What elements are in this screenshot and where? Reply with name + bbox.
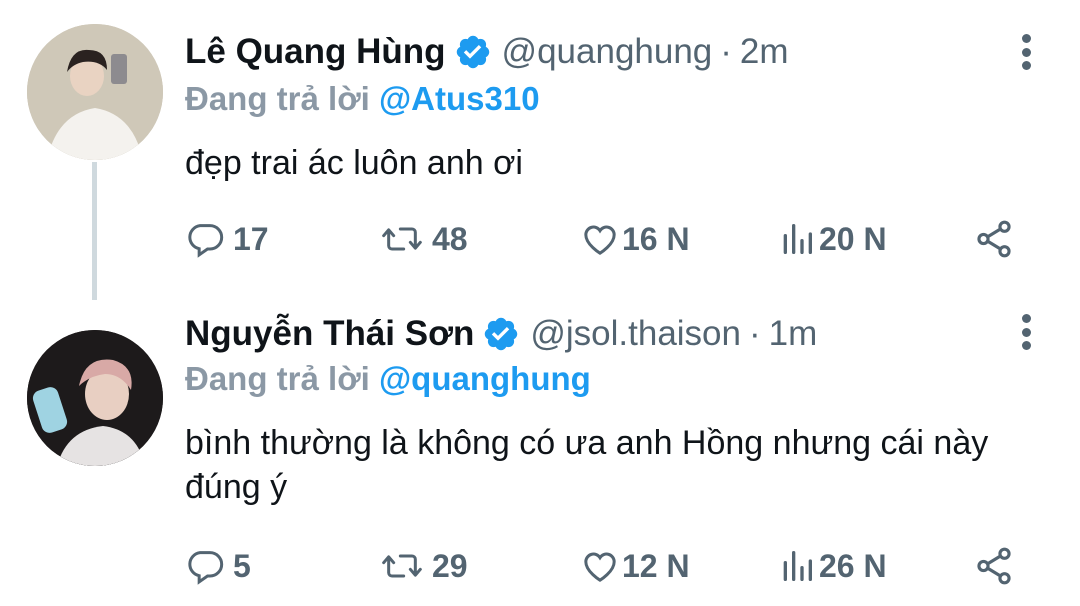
share-button[interactable] [973,214,1015,264]
replying-to: Đang trả lời @quanghung [185,360,591,398]
retweet-button[interactable]: 48 [380,214,468,264]
action-bar: 5 29 12 N 26 N [185,541,1025,591]
display-name[interactable]: Lê Quang Hùng [185,32,446,72]
retweet-count: 48 [432,220,468,257]
like-icon [584,225,616,255]
retweet-count: 29 [432,547,468,584]
reply-icon [188,224,224,258]
replying-mention-link[interactable]: @Atus310 [379,80,540,117]
views-icon [783,551,812,581]
reply-count: 5 [233,547,251,584]
more-options-icon[interactable] [1018,34,1034,70]
reply-count: 17 [233,220,269,257]
views-button[interactable]: 26 N [779,541,887,591]
retweet-icon [382,554,422,578]
handle[interactable]: @jsol.thaison [530,314,741,354]
views-count: 20 N [819,220,887,257]
views-icon [783,224,812,254]
verified-badge-icon [482,315,520,353]
verified-badge-icon [454,33,492,71]
like-count: 12 N [622,547,690,584]
like-icon [584,552,616,582]
avatar-photo [27,24,163,160]
reply-button[interactable]: 17 [185,214,269,264]
replying-to: Đang trả lời @Atus310 [185,80,540,118]
tweet[interactable]: Lê Quang Hùng @quanghung · 2m Đang trả l… [0,0,1080,300]
action-bar: 17 48 16 N 20 N [185,214,1025,264]
timestamp[interactable]: 1m [769,314,818,354]
share-icon [977,547,1011,585]
timestamp[interactable]: 2m [740,32,789,72]
views-count: 26 N [819,547,887,584]
more-options-icon[interactable] [1018,314,1034,350]
separator: · [720,32,732,71]
share-icon [977,220,1011,258]
tweet-text: đẹp trai ác luôn anh ơi [185,144,523,182]
tweet-text: bình thường là không có ưa anh Hồng nhưn… [185,424,989,506]
retweet-button[interactable]: 29 [380,541,468,591]
replying-label: Đang trả lời [185,80,370,117]
handle[interactable]: @quanghung [502,32,713,72]
tweet-header: Lê Quang Hùng @quanghung · 2m [185,30,789,74]
avatar-photo [27,330,163,466]
replying-mention-link[interactable]: @quanghung [379,360,591,397]
separator: · [749,314,761,353]
display-name[interactable]: Nguyễn Thái Sơn [185,314,474,354]
like-button[interactable]: 12 N [580,541,690,591]
like-button[interactable]: 16 N [580,214,690,264]
avatar[interactable] [27,24,163,160]
reply-icon [188,551,224,585]
views-button[interactable]: 20 N [779,214,887,264]
share-button[interactable] [973,541,1015,591]
replying-label: Đang trả lời [185,360,370,397]
avatar[interactable] [27,330,163,466]
retweet-icon [382,227,422,251]
tweet-header: Nguyễn Thái Sơn @jsol.thaison · 1m [185,312,817,356]
thread-line [92,162,97,300]
tweet[interactable]: Nguyễn Thái Sơn @jsol.thaison · 1m Đang … [0,300,1080,606]
reply-button[interactable]: 5 [185,541,251,591]
like-count: 16 N [622,220,690,257]
